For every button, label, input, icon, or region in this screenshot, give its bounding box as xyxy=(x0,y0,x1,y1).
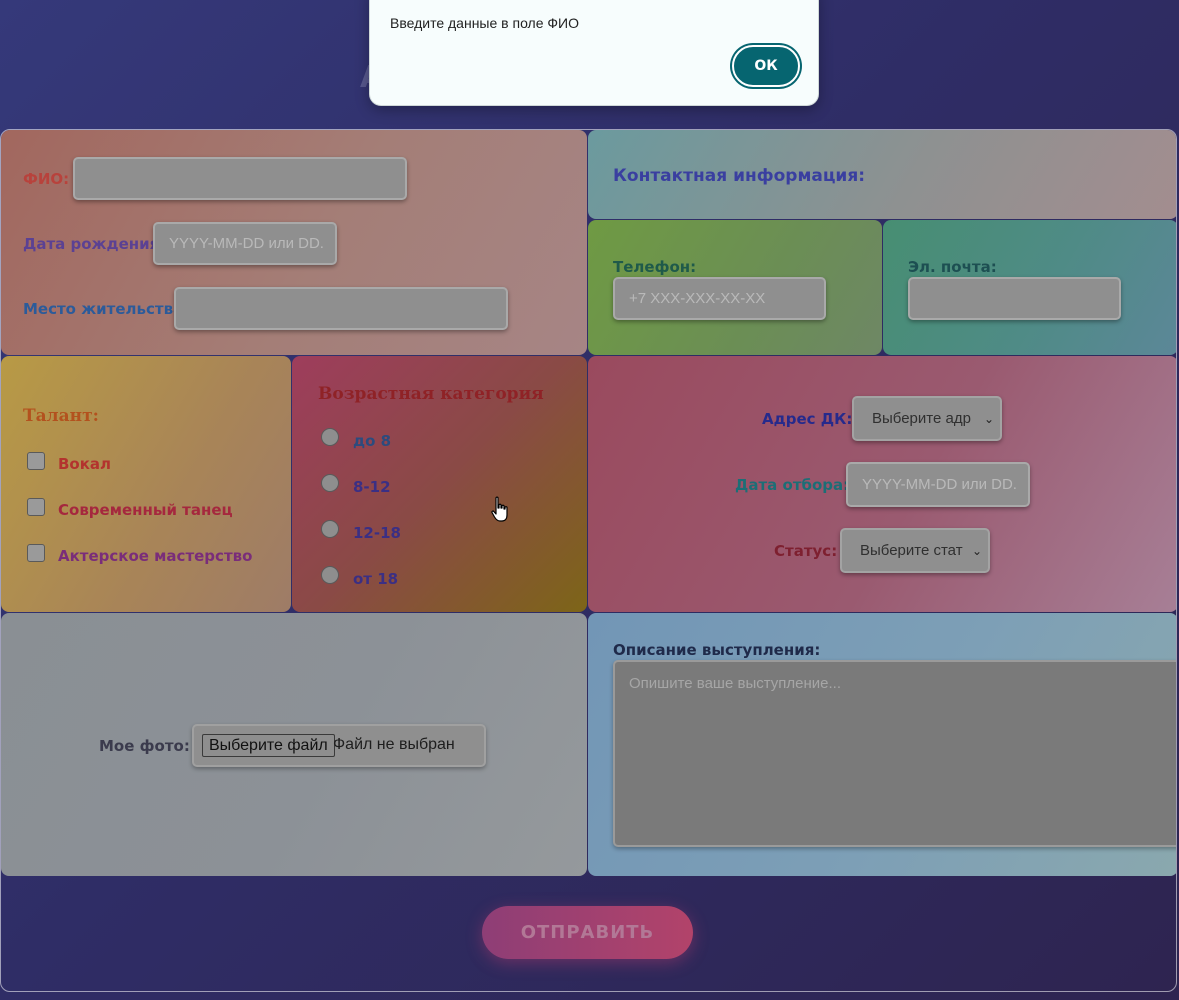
status-select-value: Выберите стат xyxy=(860,542,963,559)
selection-card: Адрес ДК: Выберите адр ⌄ Дата отбора: YY… xyxy=(588,356,1176,612)
selection-date-label: Дата отбора: xyxy=(735,476,850,494)
email-input[interactable] xyxy=(908,277,1121,320)
birth-date-label: Дата рождения: xyxy=(23,235,166,253)
hand-cursor-icon xyxy=(491,496,508,522)
chevron-down-icon: ⌄ xyxy=(971,543,982,558)
email-label: Эл. почта: xyxy=(908,258,997,276)
choose-file-button[interactable]: Выберите файл xyxy=(202,734,335,757)
talent-heading: Талант: xyxy=(23,406,99,426)
alert-message: Введите данные в поле ФИО xyxy=(390,15,579,31)
fio-label: ФИО: xyxy=(23,170,70,188)
email-card: Эл. почта: xyxy=(883,220,1176,355)
description-placeholder: Опишите ваше выступление... xyxy=(629,675,841,692)
description-textarea[interactable]: Опишите ваше выступление... xyxy=(613,660,1176,847)
description-label: Описание выступления: xyxy=(613,641,821,659)
age-12-18-radio[interactable] xyxy=(321,520,339,538)
phone-card: Телефон: +7 XXX-XXX-XX-XX xyxy=(588,220,882,355)
description-card: Описание выступления: Опишите ваше высту… xyxy=(588,613,1176,876)
talent-acting-checkbox[interactable] xyxy=(27,544,45,562)
age-over-18-label[interactable]: от 18 xyxy=(353,570,398,588)
address-select[interactable]: Выберите адр ⌄ xyxy=(852,396,1002,441)
alert-dialog: Введите данные в поле ФИО ОК xyxy=(369,0,819,106)
contact-heading: Контактная информация: xyxy=(613,166,866,186)
contact-card: Контактная информация: xyxy=(588,130,1176,219)
status-label: Статус: xyxy=(774,542,838,560)
chevron-down-icon: ⌄ xyxy=(983,411,994,426)
age-over-18-radio[interactable] xyxy=(321,566,339,584)
phone-input[interactable]: +7 XXX-XXX-XX-XX xyxy=(613,277,826,320)
age-under-8-label[interactable]: до 8 xyxy=(353,432,391,450)
talent-vocal-label[interactable]: Вокал xyxy=(58,455,111,473)
phone-label: Телефон: xyxy=(613,258,697,276)
age-8-12-label[interactable]: 8-12 xyxy=(353,478,391,496)
age-heading: Возрастная категория xyxy=(318,384,544,404)
personal-info-card: ФИО: Дата рождения: YYYY-MM-DD или DD. М… xyxy=(1,130,587,355)
address-select-value: Выберите адр xyxy=(872,410,971,427)
address-label: Адрес ДК: xyxy=(762,410,853,428)
birth-date-input[interactable]: YYYY-MM-DD или DD. xyxy=(153,222,337,265)
ok-button[interactable]: ОК xyxy=(732,45,800,87)
age-under-8-radio[interactable] xyxy=(321,428,339,446)
status-select[interactable]: Выберите стат ⌄ xyxy=(840,528,990,573)
submit-button[interactable]: ОТПРАВИТЬ xyxy=(482,906,693,959)
fio-input[interactable] xyxy=(73,157,407,200)
residence-input[interactable] xyxy=(174,287,508,330)
talent-vocal-checkbox[interactable] xyxy=(27,452,45,470)
photo-label: Мое фото: xyxy=(99,737,190,755)
application-form: ФИО: Дата рождения: YYYY-MM-DD или DD. М… xyxy=(0,129,1177,992)
talent-acting-label[interactable]: Актерское мастерство xyxy=(58,547,252,565)
selection-date-input[interactable]: YYYY-MM-DD или DD. xyxy=(846,462,1030,507)
talent-dance-checkbox[interactable] xyxy=(27,498,45,516)
photo-file-input[interactable]: Выберите файл Файл не выбран xyxy=(192,724,486,767)
age-category-card: Возрастная категория до 8 8-12 12-18 от … xyxy=(292,356,587,612)
residence-label: Место жительства: xyxy=(23,300,190,318)
file-status-text: Файл не выбран xyxy=(333,736,455,753)
talent-card: Талант: Вокал Современный танец Актерско… xyxy=(1,356,291,612)
age-12-18-label[interactable]: 12-18 xyxy=(353,524,401,542)
talent-dance-label[interactable]: Современный танец xyxy=(58,501,233,519)
age-8-12-radio[interactable] xyxy=(321,474,339,492)
photo-card: Мое фото: Выберите файл Файл не выбран xyxy=(1,613,587,876)
